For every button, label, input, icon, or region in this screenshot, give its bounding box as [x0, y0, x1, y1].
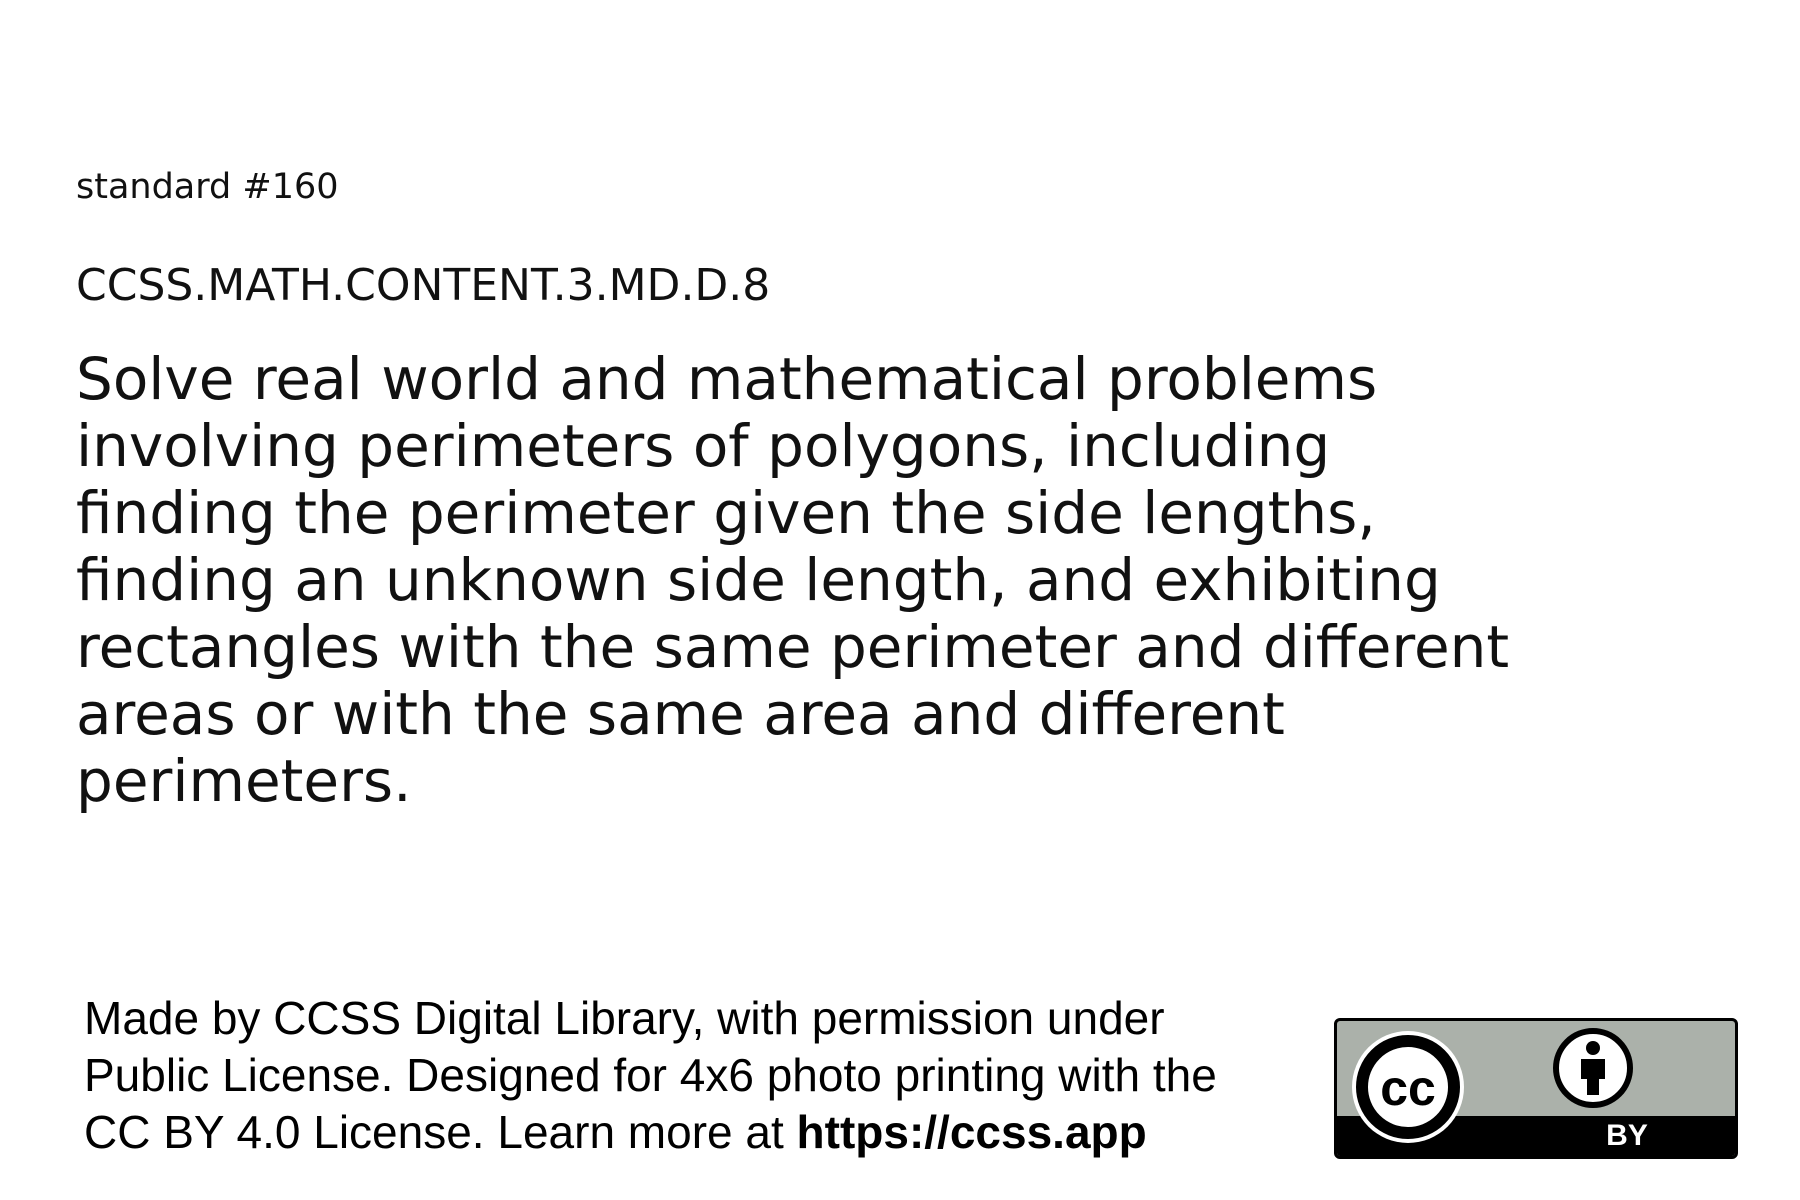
attribution-line-1: Made by CCSS Digital Library, with permi…: [84, 992, 1165, 1044]
website-link[interactable]: https://ccss.app: [797, 1106, 1147, 1158]
description-line: finding the perimeter given the side len…: [76, 479, 1376, 547]
attribution-text: Made by CCSS Digital Library, with permi…: [84, 990, 1284, 1161]
description-line: finding an unknown side length, and exhi…: [76, 546, 1441, 614]
standard-description: Solve real world and mathematical proble…: [76, 346, 1536, 815]
description-line: rectangles with the same perimeter and d…: [76, 613, 1510, 681]
description-line: areas or with the same area and differen…: [76, 680, 1285, 748]
description-line: Solve real world and mathematical proble…: [76, 345, 1378, 413]
cc-by-license-badge: cc BY: [1334, 1018, 1738, 1159]
attribution-person-icon: [1553, 1028, 1633, 1108]
cc-logo-icon: cc: [1352, 1031, 1464, 1143]
description-line: perimeters.: [76, 747, 412, 815]
by-label: BY: [1606, 1119, 1648, 1152]
attribution-line-2: Public License. Designed for 4x6 photo p…: [84, 1049, 1217, 1101]
attribution-line-3: CC BY 4.0 License. Learn more at https:/…: [84, 1104, 1284, 1161]
attribution-line-3-text: CC BY 4.0 License. Learn more at: [84, 1106, 797, 1158]
standard-number: standard #160: [76, 167, 339, 207]
standard-code: CCSS.MATH.CONTENT.3.MD.D.8: [76, 260, 771, 311]
description-line: involving perimeters of polygons, includ…: [76, 412, 1331, 480]
cc-logo-text: cc: [1380, 1060, 1436, 1116]
